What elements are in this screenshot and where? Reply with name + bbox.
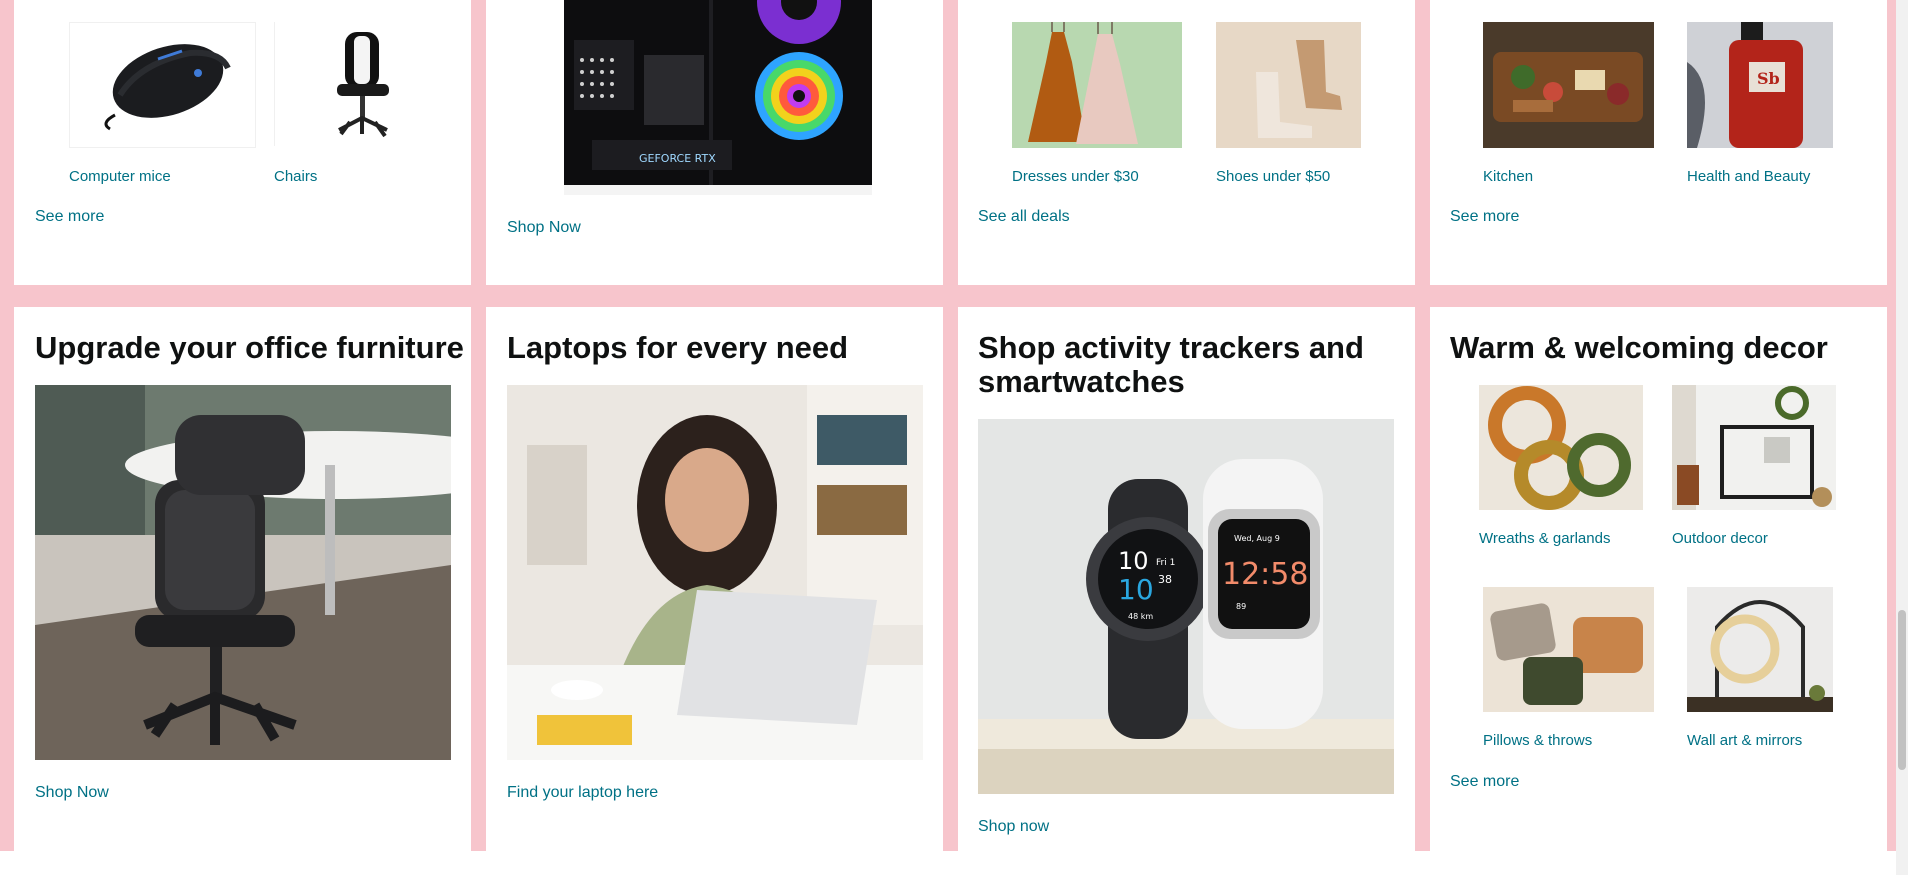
smartwatches-image[interactable]: 10 10 Fri 1 38 48 km Wed, Aug 9 12:58 89 bbox=[978, 419, 1394, 794]
ankle-boots-icon bbox=[1256, 40, 1342, 138]
svg-text:10: 10 bbox=[1118, 547, 1149, 575]
see-more-link[interactable]: See more bbox=[1450, 772, 1519, 792]
svg-text:GEFORCE RTX: GEFORCE RTX bbox=[639, 152, 716, 165]
pillows-image[interactable] bbox=[1483, 587, 1654, 712]
charcuterie-board-icon bbox=[1483, 22, 1654, 148]
card-gaming-pc: GEFORCE RTX Shop Now bbox=[486, 0, 943, 285]
wall-art-image[interactable] bbox=[1687, 587, 1833, 712]
svg-text:48 km: 48 km bbox=[1128, 612, 1153, 621]
gaming-mouse-icon bbox=[104, 44, 231, 131]
label-computer-mice[interactable]: Computer mice bbox=[69, 168, 171, 186]
health-beauty-image[interactable]: Sb bbox=[1687, 22, 1833, 148]
shoes-image[interactable] bbox=[1216, 22, 1361, 148]
tile-computer-mice[interactable] bbox=[69, 22, 256, 148]
dresses-icon bbox=[1028, 22, 1138, 144]
dresses-image[interactable] bbox=[1012, 22, 1182, 148]
outdoor-decor-image[interactable] bbox=[1672, 385, 1836, 510]
card-title: Shop activity trackers and smartwatches bbox=[978, 330, 1364, 399]
office-chair-icon bbox=[35, 385, 451, 760]
vertical-scrollbar[interactable] bbox=[1896, 0, 1908, 875]
see-all-deals-link[interactable]: See all deals bbox=[978, 207, 1070, 227]
card-computers: Computer mice Chairs See more bbox=[14, 0, 471, 285]
shop-now-link[interactable]: Shop Now bbox=[35, 783, 109, 803]
see-more-link[interactable]: See more bbox=[35, 207, 104, 227]
label-shoes[interactable]: Shoes under $50 bbox=[1216, 168, 1330, 186]
office-chair-image[interactable] bbox=[35, 385, 451, 760]
smartwatches-icon: 10 10 Fri 1 38 48 km Wed, Aug 9 12:58 89 bbox=[978, 419, 1394, 794]
label-dresses[interactable]: Dresses under $30 bbox=[1012, 168, 1139, 186]
wreaths-image[interactable] bbox=[1479, 385, 1643, 510]
svg-text:Fri 1: Fri 1 bbox=[1156, 558, 1175, 568]
gaming-pc-image[interactable]: GEFORCE RTX bbox=[564, 0, 872, 195]
label-kitchen[interactable]: Kitchen bbox=[1483, 168, 1533, 186]
card-title: Laptops for every need bbox=[507, 330, 849, 365]
laptop-image[interactable] bbox=[507, 385, 923, 760]
svg-text:Wed, Aug 9: Wed, Aug 9 bbox=[1234, 534, 1280, 543]
body-wash-bottle-icon: Sb bbox=[1687, 22, 1833, 148]
svg-text:10: 10 bbox=[1118, 573, 1154, 606]
card-home: Sb Kitchen Health and Beauty See more bbox=[1430, 0, 1887, 285]
scrollbar-thumb[interactable] bbox=[1898, 610, 1906, 770]
card-office-furniture: Upgrade your office furniture Shop Now bbox=[14, 307, 471, 851]
pillows-icon bbox=[1483, 587, 1654, 712]
porch-bench-icon bbox=[1672, 385, 1836, 510]
label-pillows-throws[interactable]: Pillows & throws bbox=[1483, 732, 1592, 750]
shop-now-link[interactable]: Shop Now bbox=[507, 218, 581, 238]
label-chairs[interactable]: Chairs bbox=[274, 168, 317, 186]
card-title: Warm & welcoming decor bbox=[1450, 330, 1828, 365]
wreaths-icon bbox=[1479, 385, 1643, 510]
label-wreaths-garlands[interactable]: Wreaths & garlands bbox=[1479, 530, 1610, 548]
gaming-chair-icon bbox=[337, 32, 389, 138]
label-outdoor-decor[interactable]: Outdoor decor bbox=[1672, 530, 1768, 548]
svg-text:89: 89 bbox=[1236, 602, 1246, 611]
woman-laptop-icon bbox=[507, 385, 923, 760]
wall-mirror-icon bbox=[1687, 587, 1833, 712]
card-laptops: Laptops for every need Find your laptop … bbox=[486, 307, 943, 851]
see-more-link[interactable]: See more bbox=[1450, 207, 1519, 227]
card-fashion-deals: Dresses under $30 Shoes under $50 See al… bbox=[958, 0, 1415, 285]
card-activity-trackers: Shop activity trackers and smartwatches … bbox=[958, 307, 1415, 851]
card-title: Upgrade your office furniture bbox=[35, 330, 464, 365]
svg-text:12:58: 12:58 bbox=[1222, 557, 1308, 592]
svg-text:Sb: Sb bbox=[1757, 69, 1780, 88]
gaming-pc-icon: GEFORCE RTX bbox=[564, 0, 872, 195]
shop-now-link[interactable]: Shop now bbox=[978, 817, 1049, 837]
bottom-strip bbox=[0, 851, 1896, 875]
svg-text:38: 38 bbox=[1158, 573, 1172, 586]
kitchen-image[interactable] bbox=[1483, 22, 1654, 148]
label-wall-art-mirrors[interactable]: Wall art & mirrors bbox=[1687, 732, 1802, 750]
label-health-beauty[interactable]: Health and Beauty bbox=[1687, 168, 1810, 186]
tile-chairs[interactable] bbox=[274, 22, 425, 146]
card-decor: Warm & welcoming decor Wreaths & garland… bbox=[1430, 307, 1887, 851]
find-laptop-link[interactable]: Find your laptop here bbox=[507, 783, 658, 803]
